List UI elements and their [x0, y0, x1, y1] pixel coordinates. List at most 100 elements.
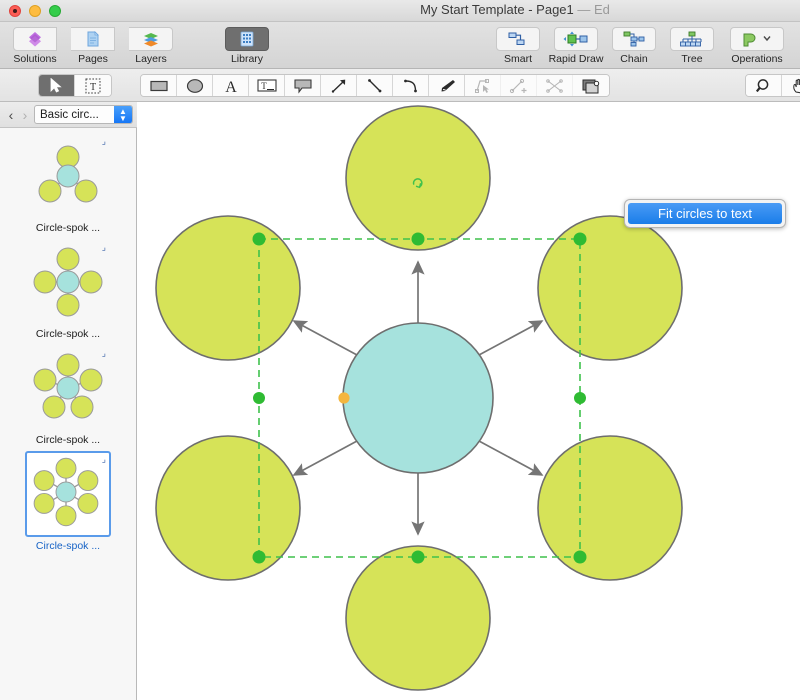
context-popup-menu[interactable]: Fit circles to text	[624, 199, 786, 228]
rapid-draw-icon-slot	[554, 27, 598, 51]
expand-corner-icon: ⌟	[102, 243, 106, 252]
diagram-svg	[138, 102, 800, 700]
text-box-icon: T	[256, 78, 278, 93]
connector-to-upper-right	[479, 321, 542, 355]
curve-tool-button[interactable]	[393, 75, 429, 96]
chain-icon-slot	[612, 27, 656, 51]
application-window: My Start Template - Page1 — Ed Solutions	[0, 0, 800, 700]
line-tool-button[interactable]	[357, 75, 393, 96]
library-item-circle-spoke-6[interactable]: ⌟ Circ	[0, 446, 136, 552]
connector-to-lower-left	[294, 441, 357, 475]
text-select-icon: T	[85, 78, 101, 94]
library-item-circle-spoke-5[interactable]: ⌟ Circ	[0, 340, 136, 446]
library-item-label: Circle-spok ...	[36, 434, 100, 446]
rectangle-icon	[149, 79, 169, 93]
handle-bottom-right	[574, 551, 587, 564]
library-forward-button[interactable]: ›	[18, 107, 32, 123]
library-select-value: Basic circ...	[40, 109, 99, 121]
circle-spoke-6-preview	[27, 453, 105, 531]
toolbar-library-group: Library	[218, 25, 276, 65]
spoke-node-upper-left	[156, 216, 300, 360]
layers-button[interactable]: Layers	[122, 25, 180, 65]
handle-top-right	[574, 233, 587, 246]
library-select-stepper[interactable]: ▲ ▼	[114, 105, 132, 124]
text-tool-button[interactable]: A	[213, 75, 249, 96]
zoom-tool-button[interactable]	[746, 75, 782, 96]
layers-button-label: Layers	[135, 53, 167, 65]
callout-tool-button[interactable]	[285, 75, 321, 96]
spoke-node-bottom	[346, 546, 490, 690]
pen-tool-button[interactable]	[429, 75, 465, 96]
library-item-label: Circle-spok ...	[36, 540, 100, 552]
library-item-circle-spoke-3[interactable]: ⌟ Circle-spok ...	[0, 128, 136, 234]
rapid-draw-button[interactable]: Rapid Draw	[547, 25, 605, 65]
library-sidebar: ‹ › Basic circ... ▲ ▼ ⌟	[0, 102, 137, 700]
text-box-tool-button[interactable]: T	[249, 75, 285, 96]
smart-button-label: Smart	[504, 53, 532, 65]
chain-button-label: Chain	[620, 53, 647, 65]
solutions-button[interactable]: Solutions	[6, 25, 64, 65]
window-title: My Start Template - Page1 — Ed	[0, 2, 800, 17]
smart-icon-slot	[496, 27, 540, 51]
trim-tool-button[interactable]	[537, 75, 573, 96]
library-back-button[interactable]: ‹	[4, 107, 18, 123]
handle-top-center	[412, 233, 425, 246]
text-A-icon: A	[222, 78, 240, 94]
add-point-tool-button[interactable]	[501, 75, 537, 96]
window-title-document: My Start Template - Page1	[420, 2, 574, 17]
library-select[interactable]: Basic circ... ▲ ▼	[34, 105, 133, 124]
library-header: ‹ › Basic circ... ▲ ▼	[0, 102, 137, 128]
callout-icon	[293, 78, 313, 94]
title-bar: My Start Template - Page1 — Ed	[0, 0, 800, 22]
chevron-down-icon: ▼	[119, 115, 127, 122]
pen-icon	[437, 78, 457, 94]
rapid-draw-icon	[561, 30, 591, 48]
view-tool-group	[745, 74, 800, 97]
solutions-button-label: Solutions	[13, 53, 56, 65]
ellipse-tool-button[interactable]	[177, 75, 213, 96]
connector-to-upper-left	[294, 321, 357, 355]
toolbar-left-group: Solutions Pages	[6, 25, 180, 65]
popup-item-fit-circles-to-text[interactable]: Fit circles to text	[628, 203, 782, 224]
center-node	[343, 323, 493, 473]
library-item-circle-spoke-4[interactable]: ⌟ Circle-spok ...	[0, 234, 136, 340]
pointer-tool-button[interactable]	[39, 75, 75, 96]
library-item-thumbnail: ⌟	[25, 133, 111, 219]
handle-top-left	[253, 233, 266, 246]
pages-icon	[83, 29, 103, 49]
library-item-label: Circle-spok ...	[36, 222, 100, 234]
circle-spoke-4-preview	[27, 241, 109, 323]
operations-icon-slot	[730, 27, 784, 51]
shadow-tool-button[interactable]	[573, 75, 609, 96]
chevron-down-icon	[764, 37, 770, 41]
shape-tool-group: A T	[140, 74, 610, 97]
library-item-thumbnail: ⌟	[25, 239, 111, 325]
library-item-thumbnail-selected: ⌟	[25, 451, 111, 537]
diagram-canvas[interactable]	[138, 102, 800, 700]
origin-handle	[338, 392, 349, 403]
library-button[interactable]: Library	[218, 25, 276, 65]
handle-middle-right	[574, 392, 586, 404]
text-select-tool-button[interactable]: T	[75, 75, 111, 96]
curve-icon	[402, 78, 420, 94]
pages-icon-slot	[71, 27, 115, 51]
arrow-tool-button[interactable]	[321, 75, 357, 96]
tree-icon	[679, 30, 705, 48]
chain-button[interactable]: Chain	[605, 25, 663, 65]
edit-points-tool-button[interactable]	[465, 75, 501, 96]
pan-hand-tool-button[interactable]	[782, 75, 800, 96]
operations-button[interactable]: Operations	[721, 25, 793, 65]
tree-button[interactable]: Tree	[663, 25, 721, 65]
handle-bottom-center	[412, 551, 425, 564]
window-title-separator: —	[574, 2, 594, 17]
pages-button[interactable]: Pages	[64, 25, 122, 65]
edit-points-icon	[473, 78, 493, 94]
layers-icon-slot	[129, 27, 173, 51]
svg-text:A: A	[225, 79, 237, 94]
spoke-node-lower-right	[538, 436, 682, 580]
smart-button[interactable]: Smart	[489, 25, 547, 65]
library-item-list[interactable]: ⌟ Circle-spok ...	[0, 128, 136, 700]
chain-icon	[621, 30, 647, 48]
rapid-draw-button-label: Rapid Draw	[549, 53, 604, 65]
rectangle-tool-button[interactable]	[141, 75, 177, 96]
